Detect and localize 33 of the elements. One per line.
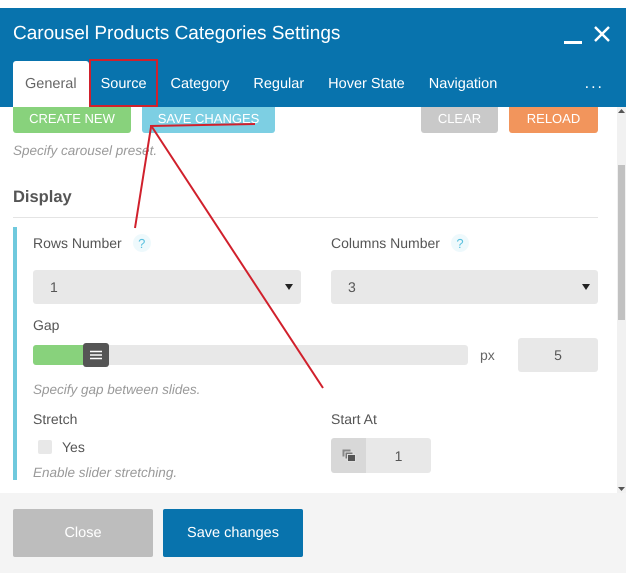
field-label: Start At	[331, 411, 378, 427]
checkbox-label: Yes	[62, 439, 85, 455]
layers-icon	[342, 449, 356, 462]
highlight-rectangle	[89, 59, 158, 107]
more-tabs[interactable]: ...	[584, 74, 604, 92]
section-title: Display	[13, 188, 598, 218]
hint-text: Enable slider stretching.	[33, 465, 178, 480]
tab[interactable]: Regular	[241, 61, 316, 107]
field-label: Gap	[33, 317, 60, 333]
tab[interactable]: Navigation	[416, 61, 510, 107]
number-field[interactable]: 5	[518, 338, 598, 372]
close-icon[interactable]	[594, 26, 610, 42]
select-field[interactable]: 1	[33, 270, 301, 304]
scroll-up-icon[interactable]	[618, 109, 625, 113]
window-title: Carousel Products Categories Settings	[13, 23, 342, 45]
number-field[interactable]: 1	[366, 438, 431, 473]
slider-handle[interactable]	[83, 343, 110, 367]
field-label: Columns Number	[331, 235, 440, 251]
caret-icon	[582, 284, 590, 290]
tab[interactable]: General	[13, 61, 89, 107]
scrollbar[interactable]	[617, 107, 626, 493]
tab[interactable]: Source	[88, 61, 159, 107]
scroll-down-icon[interactable]	[618, 487, 625, 491]
footer-button[interactable]: Save changes	[163, 509, 303, 557]
hint-text: Specify gap between slides.	[33, 382, 202, 397]
select-field[interactable]: 3	[331, 270, 598, 304]
slider-track[interactable]	[33, 345, 468, 365]
tab[interactable]: Hover State	[316, 61, 417, 107]
caret-icon	[285, 284, 293, 290]
field-label: Stretch	[33, 411, 78, 427]
tab[interactable]: Category	[158, 61, 242, 107]
field-label: Rows Number	[33, 235, 122, 251]
unit-label: px	[480, 347, 496, 363]
